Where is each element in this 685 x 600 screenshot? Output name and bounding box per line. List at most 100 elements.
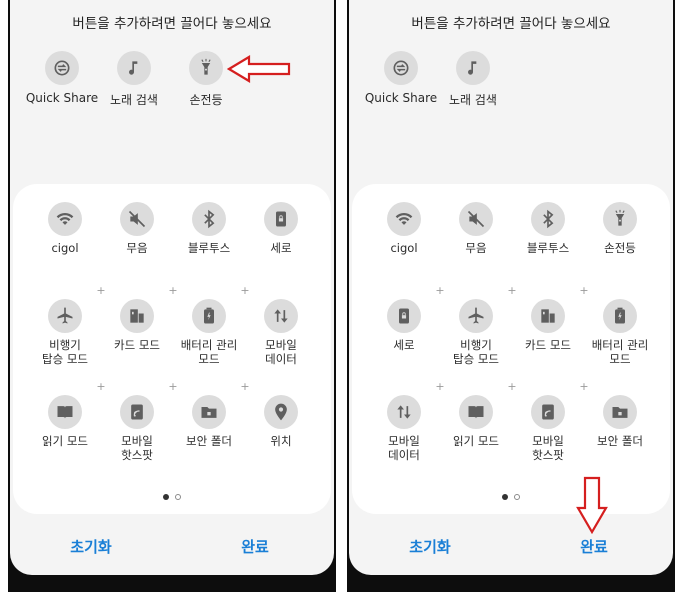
- drop-slot-plus-icon: +: [435, 380, 445, 393]
- quick-tile-battery[interactable]: 배터리 관리 모드: [582, 299, 658, 366]
- quick-tile-mute[interactable]: 무음: [99, 202, 175, 255]
- done-button[interactable]: 완료: [205, 536, 305, 557]
- quick-tile-label: 보안 폴더: [597, 434, 643, 448]
- quick-tile-label: 배터리 관리 모드: [591, 338, 649, 366]
- book-icon: [48, 395, 82, 429]
- quick-tile-card-mode[interactable]: 카드 모드: [99, 299, 175, 352]
- quick-tile-label: 세로: [393, 338, 415, 352]
- quick-tile-flashlight[interactable]: 손전등: [582, 202, 658, 255]
- quick-tile-secure-folder[interactable]: 보안 폴더: [171, 395, 247, 448]
- drop-slot-plus-icon: +: [168, 380, 178, 393]
- quick-tile-battery[interactable]: 배터리 관리 모드: [171, 299, 247, 366]
- drop-slot-plus-icon: +: [435, 284, 445, 297]
- quick-tile-mobile-data[interactable]: 모바일 데이터: [366, 395, 442, 462]
- drop-slot-plus-icon: +: [168, 284, 178, 297]
- tray-button-music-note[interactable]: 노래 검색: [430, 51, 516, 108]
- page-dot-inactive[interactable]: [175, 494, 181, 500]
- book-icon: [459, 395, 493, 429]
- quick-tile-bluetooth[interactable]: 블루투스: [510, 202, 586, 255]
- flashlight-icon: [189, 51, 223, 85]
- reset-button[interactable]: 초기화: [380, 536, 480, 557]
- quick-tile-label: cigol: [51, 241, 79, 255]
- quick-tile-label: 비행기 탑승 모드: [453, 338, 499, 366]
- quick-tile-book[interactable]: 읽기 모드: [438, 395, 514, 448]
- reset-button[interactable]: 초기화: [41, 536, 141, 557]
- quick-tile-label: cigol: [390, 241, 418, 255]
- quick-tile-wifi[interactable]: cigol: [27, 202, 103, 255]
- airplane-icon: [459, 299, 493, 333]
- quick-panel-grid: cigol 무음 블루투스 손전등세로 비행기 탑승 모드 카드 모드 배터리 관리 모드모…: [352, 184, 670, 514]
- page-dot-active[interactable]: [502, 494, 508, 500]
- tray-button-label: 노래 검색: [449, 93, 497, 107]
- hotspot-icon: [531, 395, 565, 429]
- quick-tile-label: 읽기 모드: [453, 434, 499, 448]
- quick-tile-label: 읽기 모드: [42, 434, 88, 448]
- drop-slot-plus-icon: +: [96, 380, 106, 393]
- quick-tile-portrait-lock[interactable]: 세로: [366, 299, 442, 352]
- location-icon: [264, 395, 298, 429]
- quick-tile-label: 위치: [270, 434, 292, 448]
- quick-tile-label: 세로: [270, 241, 292, 255]
- quick-tile-portrait-lock[interactable]: 세로: [243, 202, 319, 255]
- quick-tile-mute[interactable]: 무음: [438, 202, 514, 255]
- quick-tile-label: 무음: [126, 241, 148, 255]
- drag-hint-text: 버튼을 추가하려면 끌어다 놓으세요: [72, 16, 272, 32]
- drop-slot-plus-icon: +: [240, 284, 250, 297]
- quick-tile-label: 손전등: [604, 241, 636, 255]
- wifi-icon: [387, 202, 421, 236]
- card-mode-icon: [531, 299, 565, 333]
- quick-tile-label: 블루투스: [526, 241, 570, 255]
- quick-tile-label: 블루투스: [187, 241, 231, 255]
- mobile-data-icon: [264, 299, 298, 333]
- quick-tile-location[interactable]: 위치: [243, 395, 319, 448]
- mute-icon: [120, 202, 154, 236]
- quick-tile-airplane[interactable]: 비행기 탑승 모드: [438, 299, 514, 366]
- drop-slot-plus-icon: +: [507, 380, 517, 393]
- secure-folder-icon: [603, 395, 637, 429]
- edit-buttons-screen: 버튼을 추가하려면 끌어다 놓으세요 Quick Share 노래 검색 cigo…: [349, 0, 673, 575]
- hotspot-icon: [120, 395, 154, 429]
- edit-buttons-screen: 버튼을 추가하려면 끌어다 놓으세요 Quick Share 노래 검색 손전등 c…: [10, 0, 334, 575]
- quick-tile-label: 배터리 관리 모드: [180, 338, 238, 366]
- drop-slot-plus-icon: +: [579, 380, 589, 393]
- tray-button-label: Quick Share: [364, 91, 438, 105]
- quick-tile-wifi[interactable]: cigol: [366, 202, 442, 255]
- phone-screen-right: 버튼을 추가하려면 끌어다 놓으세요 Quick Share 노래 검색 cigo…: [347, 0, 675, 592]
- quick-tile-secure-folder[interactable]: 보안 폴더: [582, 395, 658, 448]
- mobile-data-icon: [387, 395, 421, 429]
- quick-tile-label: 카드 모드: [525, 338, 571, 352]
- music-note-icon: [456, 51, 490, 85]
- quick-share-icon: [384, 51, 418, 85]
- done-button[interactable]: 완료: [544, 536, 644, 557]
- quick-tile-hotspot[interactable]: 모바일 핫스팟: [510, 395, 586, 462]
- flashlight-icon: [603, 202, 637, 236]
- tray-button-label: Quick Share: [25, 91, 99, 105]
- page-dot-active[interactable]: [163, 494, 169, 500]
- quick-tile-book[interactable]: 읽기 모드: [27, 395, 103, 448]
- page-indicator[interactable]: [352, 494, 670, 500]
- drop-slot-plus-icon: +: [240, 380, 250, 393]
- quick-tile-label: 모바일 데이터: [388, 434, 420, 462]
- quick-tile-hotspot[interactable]: 모바일 핫스팟: [99, 395, 175, 462]
- drop-slot-plus-icon: +: [96, 284, 106, 297]
- drop-slot-plus-icon: +: [507, 284, 517, 297]
- quick-tile-label: 모바일 핫스팟: [121, 434, 153, 462]
- annotation-arrow-down: [576, 476, 608, 534]
- portrait-lock-icon: [387, 299, 421, 333]
- quick-tile-card-mode[interactable]: 카드 모드: [510, 299, 586, 352]
- battery-icon: [192, 299, 226, 333]
- quick-tile-airplane[interactable]: 비행기 탑승 모드: [27, 299, 103, 366]
- quick-panel-grid: cigol 무음 블루투스 세로 비행기 탑승 모드 카드 모드 배터리 관리 모드 모바일 …: [13, 184, 331, 514]
- page-dot-inactive[interactable]: [514, 494, 520, 500]
- quick-tile-label: 무음: [465, 241, 487, 255]
- battery-icon: [603, 299, 637, 333]
- wifi-icon: [48, 202, 82, 236]
- quick-tile-mobile-data[interactable]: 모바일 데이터: [243, 299, 319, 366]
- airplane-icon: [48, 299, 82, 333]
- annotation-arrow-left: [227, 55, 291, 83]
- tray-button-label: 노래 검색: [110, 93, 158, 107]
- quick-tile-label: 카드 모드: [114, 338, 160, 352]
- quick-tile-label: 모바일 핫스팟: [532, 434, 564, 462]
- page-indicator[interactable]: [13, 494, 331, 500]
- quick-tile-bluetooth[interactable]: 블루투스: [171, 202, 247, 255]
